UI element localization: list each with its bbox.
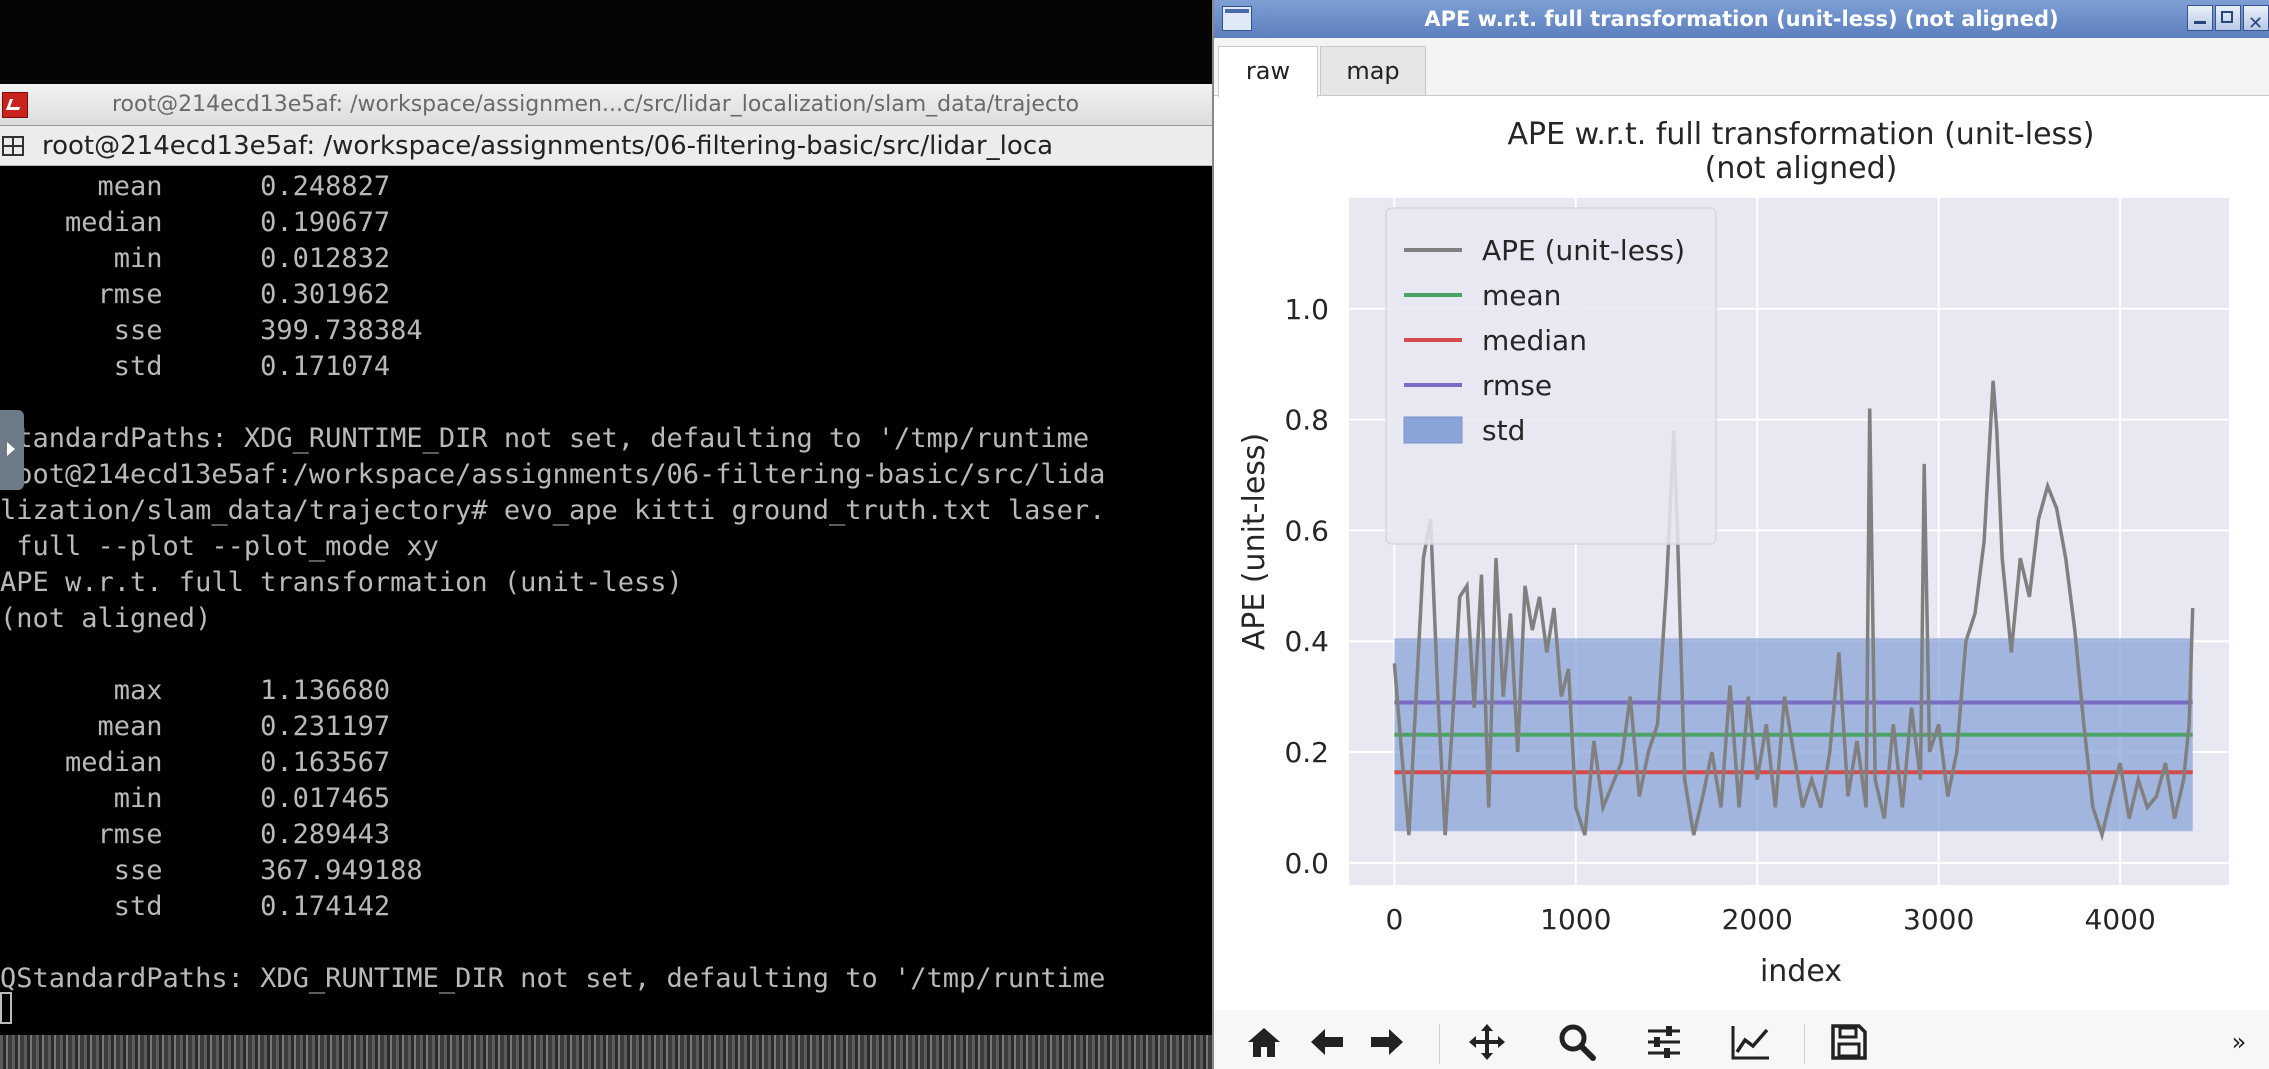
plot-toolbar: » — [1214, 1010, 2269, 1069]
terminal-line: APE w.r.t. full transformation (unit-les… — [0, 567, 683, 598]
terminal-tab-bar[interactable]: root@214ecd13e5af: /workspace/assignment… — [0, 126, 1212, 166]
terminal-line: QStandardPaths: XDG_RUNTIME_DIR not set,… — [0, 963, 1106, 994]
toolbar-overflow[interactable]: » — [2224, 1020, 2254, 1064]
plot-window-title: APE w.r.t. full transformation (unit-les… — [1424, 7, 2059, 31]
home-icon[interactable] — [1239, 1020, 1289, 1064]
desktop-background-top — [0, 0, 1212, 84]
back-arrow-icon[interactable] — [1302, 1020, 1352, 1064]
legend-label: rmse — [1482, 369, 1552, 402]
y-tick-label: 0.0 — [1284, 847, 1329, 880]
terminal-line: full --plot --plot_mode xy — [0, 531, 439, 562]
terminal-title-bar[interactable]: root@214ecd13e5af: /workspace/assignmen.… — [0, 84, 1212, 126]
chart-title: APE w.r.t. full transformation (unit-les… — [1507, 117, 2094, 152]
new-tab-icon[interactable] — [2, 136, 24, 156]
legend: APE (unit-less) mean median rmse std — [1385, 207, 1717, 545]
terminal-line: median 0.190677 — [0, 207, 391, 238]
y-tick-label: 0.4 — [1284, 625, 1329, 658]
terminal-line: mean 0.231197 — [0, 711, 391, 742]
configure-subplots-icon[interactable] — [1639, 1020, 1689, 1064]
terminal-app-icon[interactable] — [2, 92, 28, 118]
save-icon[interactable] — [1824, 1020, 1874, 1064]
legend-label: APE (unit-less) — [1482, 234, 1685, 267]
terminal-line: rmse 0.289443 — [0, 819, 391, 850]
y-tick-label: 1.0 — [1284, 293, 1329, 326]
terminal-window-title: root@214ecd13e5af: /workspace/assignmen.… — [112, 92, 1080, 117]
x-tick-label: 3000 — [1903, 903, 1974, 936]
legend-swatch — [1403, 416, 1463, 444]
x-tick-label: 1000 — [1540, 903, 1611, 936]
desktop-background-bottom — [0, 1035, 1212, 1069]
terminal-line: min 0.012832 — [0, 243, 391, 274]
x-tick-label: 4000 — [2085, 903, 2156, 936]
plot-window: APE w.r.t. full transformation (unit-les… — [1212, 0, 2269, 1069]
x-tick-label: 0 — [1385, 903, 1403, 936]
terminal-line: std 0.171074 — [0, 351, 391, 382]
terminal-tab-title[interactable]: root@214ecd13e5af: /workspace/assignment… — [42, 126, 1053, 165]
edit-axis-icon[interactable] — [1726, 1020, 1776, 1064]
terminal-line: root@214ecd13e5af:/workspace/assignments… — [0, 459, 1106, 490]
terminal-cursor — [0, 992, 12, 1024]
terminal-line: rmse 0.301962 — [0, 279, 391, 310]
pan-icon[interactable] — [1462, 1020, 1512, 1064]
legend-label: median — [1482, 324, 1587, 357]
terminal-line: StandardPaths: XDG_RUNTIME_DIR not set, … — [0, 423, 1090, 454]
tab-map[interactable]: map — [1320, 46, 1426, 96]
terminal-output[interactable]: mean 0.248827 median 0.190677 min 0.0128… — [0, 166, 1212, 1035]
terminal-line: median 0.163567 — [0, 747, 391, 778]
maximize-button[interactable] — [2215, 5, 2241, 31]
terminal-line: sse 367.949188 — [0, 855, 423, 886]
forward-arrow-icon[interactable] — [1362, 1020, 1412, 1064]
tab-raw[interactable]: raw — [1218, 46, 1318, 97]
x-axis-label: index — [1760, 954, 1842, 989]
zoom-icon[interactable] — [1552, 1020, 1602, 1064]
chart-subtitle: (not aligned) — [1705, 151, 1898, 186]
plot-window-title-bar[interactable]: APE w.r.t. full transformation (unit-les… — [1214, 0, 2269, 43]
y-tick-label: 0.2 — [1284, 736, 1329, 769]
side-panel-handle[interactable] — [0, 410, 24, 490]
minimize-button[interactable] — [2187, 5, 2213, 31]
terminal-line: sse 399.738384 — [0, 315, 423, 346]
ape-plot[interactable]: APE w.r.t. full transformation (unit-les… — [1214, 96, 2269, 1010]
legend-label: std — [1482, 414, 1525, 447]
x-tick-label: 2000 — [1722, 903, 1793, 936]
close-button[interactable] — [2243, 5, 2269, 43]
terminal-line: mean 0.248827 — [0, 171, 391, 202]
terminal-line: lization/slam_data/trajectory# evo_ape k… — [0, 495, 1106, 526]
terminal-line: max 1.136680 — [0, 675, 391, 706]
plot-tabs: raw map — [1214, 38, 2269, 97]
legend-label: mean — [1482, 279, 1561, 312]
terminal-line: (not aligned) — [0, 603, 212, 634]
y-tick-label: 0.6 — [1284, 514, 1329, 547]
y-tick-label: 0.8 — [1284, 404, 1329, 437]
y-axis-label: APE (unit-less) — [1237, 433, 1272, 651]
terminal-line: min 0.017465 — [0, 783, 391, 814]
terminal-line: std 0.174142 — [0, 891, 391, 922]
window-icon[interactable] — [1222, 6, 1252, 31]
